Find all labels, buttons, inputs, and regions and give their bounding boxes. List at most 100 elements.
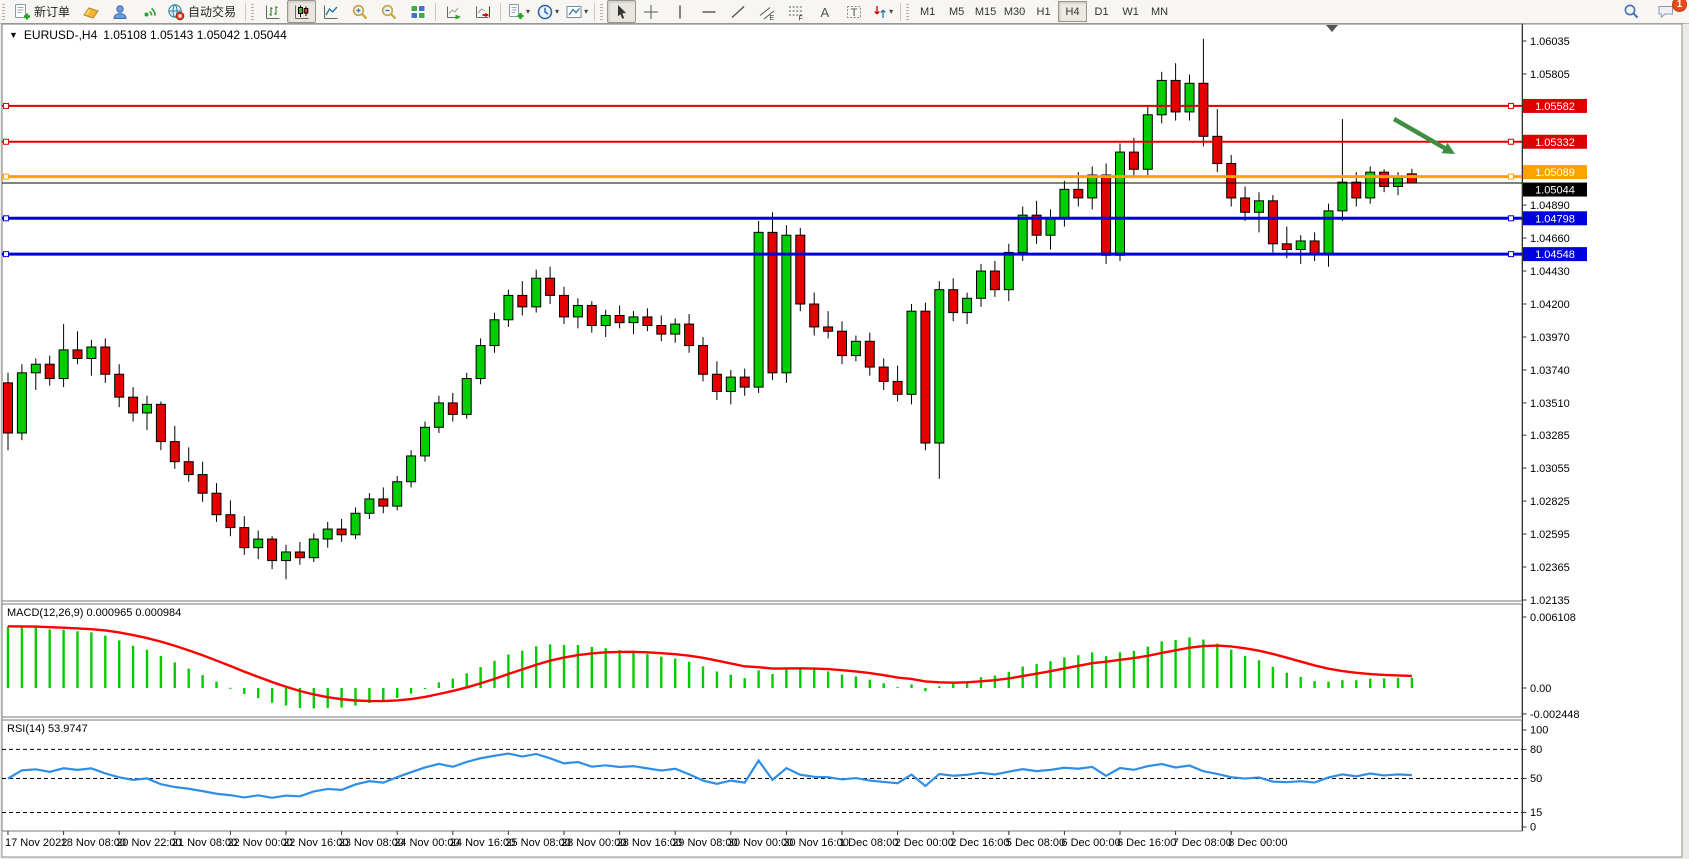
gold-nugget-button[interactable] [76,0,105,23]
fibonacci-icon: F [787,3,805,21]
gold-nugget-icon [82,3,100,21]
line-chart-button[interactable] [316,0,345,23]
bar-chart-icon [264,3,282,21]
timeframe-button-m5[interactable]: M5 [942,1,971,22]
text-label-button[interactable]: T [839,0,868,23]
autotrading-label: 自动交易 [188,3,236,20]
price-tag: 1.05089 [1523,165,1587,179]
price-tag: 1.05044 [1523,183,1587,197]
timeframe-button-mn[interactable]: MN [1145,1,1174,22]
toolbar-separator [594,3,595,21]
vertical-line-button[interactable] [665,0,694,23]
candlestick-chart-button[interactable] [287,0,316,23]
chart-canvas[interactable]: 1.060351.058051.048901.046601.044301.042… [0,23,1689,859]
auto-scroll-icon [445,3,463,21]
chart-shift-icon [474,3,492,21]
svg-text:5 Dec 08:00: 5 Dec 08:00 [1006,837,1065,849]
toolbar-grip [2,4,5,20]
svg-text:100: 100 [1530,725,1548,737]
clock-icon [536,3,554,21]
vertical-line-icon [671,3,689,21]
candlestick-chart-icon [293,3,311,21]
chevron-down-icon: ▾ [555,7,559,16]
periods-button[interactable]: ▾ [533,0,562,23]
notification-badge: 1 [1672,0,1687,12]
fibonacci-button[interactable]: F [781,0,810,23]
price-tag: 1.05582 [1523,99,1587,113]
svg-text:8 Dec 00:00: 8 Dec 00:00 [1228,837,1287,849]
search-button[interactable] [1617,0,1646,23]
svg-text:1.03285: 1.03285 [1530,430,1570,442]
svg-text:6 Dec 16:00: 6 Dec 16:00 [1117,837,1176,849]
svg-text:7 Dec 08:00: 7 Dec 08:00 [1173,837,1232,849]
toolbar-separator [500,3,501,21]
new-order-label: 新订单 [34,3,70,20]
timeframe-button-m30[interactable]: M30 [1000,1,1029,22]
macd-indicator-label: MACD(12,26,9) 0.000965 0.000984 [7,607,181,619]
tile-windows-icon [409,3,427,21]
svg-text:T: T [850,7,857,19]
timeframe-button-d1[interactable]: D1 [1087,1,1116,22]
svg-text:-0.002448: -0.002448 [1530,709,1580,721]
chevron-down-icon: ▾ [584,7,588,16]
toolbar-separator [435,3,436,21]
templates-button[interactable]: ▾ [562,0,591,23]
toolbar-grip [251,4,254,20]
crosshair-button[interactable] [636,0,665,23]
chart-window-frame [2,24,1682,857]
svg-text:15: 15 [1530,807,1542,819]
svg-text:1.03740: 1.03740 [1530,365,1570,377]
svg-text:1.04430: 1.04430 [1530,266,1570,278]
timeframe-button-h4[interactable]: H4 [1058,1,1087,22]
arrows-tool-button[interactable]: ▾ [868,0,897,23]
horizontal-line-button[interactable] [694,0,723,23]
svg-text:1 Dec 08:00: 1 Dec 08:00 [839,837,898,849]
search-icon [1622,2,1641,21]
trendline-button[interactable] [723,0,752,23]
zoom-in-button[interactable] [345,0,374,23]
trendline-icon [729,3,747,21]
timeframe-button-w1[interactable]: W1 [1116,1,1145,22]
chevron-down-icon: ▾ [526,7,530,16]
notifications-button[interactable]: 1 [1652,0,1681,23]
svg-text:1.02365: 1.02365 [1530,562,1570,574]
svg-text:1.03055: 1.03055 [1530,463,1570,475]
profile-button[interactable] [105,0,134,23]
autotrading-globe-icon [167,3,185,21]
autotrading-button[interactable]: 自动交易 [163,0,242,23]
price-tag: 1.04548 [1523,247,1587,261]
signal-button[interactable] [134,0,163,23]
zoom-out-button[interactable] [374,0,403,23]
timeframe-button-m15[interactable]: M15 [971,1,1000,22]
svg-text:F: F [798,15,802,21]
cursor-button[interactable] [607,0,636,23]
svg-text:1.05332: 1.05332 [1535,137,1575,149]
svg-text:1.02595: 1.02595 [1530,529,1570,541]
equidistant-channel-button[interactable]: E [752,0,781,23]
line-chart-icon [322,3,340,21]
svg-text:A: A [820,5,829,20]
chart-title-bar: ▼ EURUSD-,H4 1.05108 1.05143 1.05042 1.0… [9,28,287,42]
chart-symbol-period: EURUSD-,H4 [24,28,97,42]
new-order-button[interactable]: 新订单 [9,0,76,23]
cursor-arrow-icon [613,3,631,21]
svg-text:2 Dec 16:00: 2 Dec 16:00 [950,837,1009,849]
chart-shift-button[interactable] [468,0,497,23]
svg-text:50: 50 [1530,773,1542,785]
collapse-chart-icon[interactable]: ▼ [9,30,18,40]
template-chart-icon [565,3,583,21]
svg-text:80: 80 [1530,744,1542,756]
toolbar-separator [900,3,901,21]
svg-text:0: 0 [1530,822,1536,834]
bar-chart-button[interactable] [258,0,287,23]
text-button[interactable]: A [810,0,839,23]
indicators-button[interactable]: ▾ [504,0,533,23]
svg-text:1.03510: 1.03510 [1530,398,1570,410]
timeframe-button-m1[interactable]: M1 [913,1,942,22]
svg-text:1.05582: 1.05582 [1535,101,1575,113]
tile-windows-button[interactable] [403,0,432,23]
auto-scroll-button[interactable] [439,0,468,23]
svg-text:1.04660: 1.04660 [1530,233,1570,245]
text-a-icon: A [816,3,834,21]
timeframe-button-h1[interactable]: H1 [1029,1,1058,22]
